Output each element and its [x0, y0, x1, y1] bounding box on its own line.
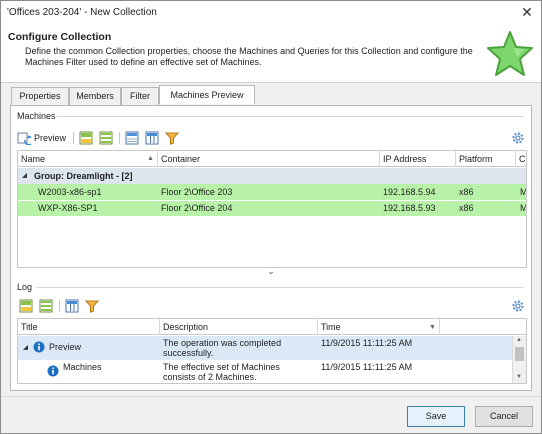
preview-icon: [17, 132, 31, 145]
title-bar: 'Offices 203-204' - New Collection ✕: [1, 1, 541, 25]
machine-name: WXP-X86-SP1: [38, 203, 98, 213]
group-by-box-icon: [125, 131, 139, 145]
column-header-title[interactable]: Title: [18, 319, 160, 335]
header-description: Define the common Collection properties,…: [25, 46, 473, 67]
preview-label: Preview: [34, 133, 67, 143]
window-title: 'Offices 203-204' - New Collection: [7, 7, 157, 18]
log-description: The operation was completed successfully…: [163, 338, 282, 358]
log-time: 11/9/2015 11:11:25 AM: [321, 362, 413, 372]
machines-grid-header: Name ▲ Container IP Address Platform C: [18, 151, 526, 167]
log-expand-button[interactable]: [19, 298, 33, 314]
machine-extra: M: [520, 187, 527, 197]
gear-icon: [512, 132, 524, 144]
expand-groups-button[interactable]: [79, 130, 93, 146]
sort-ascending-icon: ▲: [147, 155, 154, 162]
toolbar-separator: [119, 132, 120, 144]
scroll-thumb[interactable]: [515, 347, 524, 361]
table-row[interactable]: Machines The effective set of Machines c…: [18, 360, 512, 383]
filter-icon: [165, 132, 179, 145]
column-header-description[interactable]: Description: [160, 319, 318, 335]
column-chooser-icon: [65, 299, 79, 313]
log-toolbar: [17, 298, 527, 316]
log-title: Preview: [49, 342, 82, 352]
info-icon: [47, 365, 59, 377]
machine-container: Floor 2\Office 203: [161, 187, 233, 197]
column-chooser-icon: [145, 131, 159, 145]
collapse-groups-button[interactable]: [99, 130, 113, 146]
scroll-down-icon[interactable]: ▼: [516, 374, 522, 380]
cancel-button[interactable]: Cancel: [475, 406, 533, 427]
log-collapse-button[interactable]: [39, 298, 53, 314]
column-header-blank: [440, 319, 514, 335]
log-time: 11/9/2015 11:11:25 AM: [321, 338, 413, 348]
machines-group-title: Machines: [17, 111, 56, 121]
machine-container: Floor 2\Office 204: [161, 203, 233, 213]
save-button[interactable]: Save: [407, 406, 465, 427]
group-row-label: Group: Dreamlight - [2]: [34, 171, 133, 181]
column-header-platform[interactable]: Platform: [456, 151, 516, 167]
table-row[interactable]: W2003-x86-sp1 Floor 2\Office 203 192.168…: [18, 184, 526, 200]
collapse-group-icon[interactable]: ◢: [22, 171, 27, 179]
log-settings-button[interactable]: [511, 298, 525, 314]
log-group-divider: [37, 287, 523, 288]
filter-icon: [85, 300, 99, 313]
machines-grid: Name ▲ Container IP Address Platform C ◢…: [17, 150, 527, 268]
machines-toolbar: Preview: [17, 130, 527, 148]
machine-extra: M: [520, 203, 527, 213]
close-button[interactable]: ✕: [519, 4, 535, 20]
splitter-handle[interactable]: ⌄: [261, 266, 281, 278]
collapse-groups-icon: [99, 131, 113, 145]
machines-settings-button[interactable]: [511, 130, 525, 146]
group-row[interactable]: ◢ Group: Dreamlight - [2]: [18, 168, 526, 184]
machine-ip: 192.168.5.93: [383, 203, 436, 213]
log-column-chooser-button[interactable]: [65, 298, 79, 314]
scroll-up-icon[interactable]: ▲: [516, 337, 522, 343]
log-description: The effective set of Machines consists o…: [163, 362, 280, 382]
column-header-time[interactable]: Time: [318, 319, 440, 335]
collapse-row-icon[interactable]: ◢: [23, 343, 28, 351]
column-header-ip-address[interactable]: IP Address: [380, 151, 456, 167]
tab-filter[interactable]: Filter: [121, 87, 159, 105]
machines-preview-panel: Machines Preview Name ▲ Container IP Add…: [10, 105, 532, 391]
machines-group-divider: [57, 116, 523, 117]
column-header-name[interactable]: Name: [18, 151, 158, 167]
machine-platform: x86: [459, 203, 474, 213]
expand-groups-icon: [19, 299, 33, 313]
machine-name: W2003-x86-sp1: [38, 187, 102, 197]
preview-button[interactable]: Preview: [17, 130, 66, 146]
filter-button[interactable]: [165, 130, 179, 146]
tab-properties[interactable]: Properties: [11, 87, 69, 105]
machine-ip: 192.168.5.94: [383, 187, 436, 197]
table-row[interactable]: WXP-X86-SP1 Floor 2\Office 204 192.168.5…: [18, 200, 526, 216]
toolbar-separator: [73, 132, 74, 144]
dialog-header: Configure Collection Define the common C…: [1, 25, 541, 83]
log-grid-header: Title Description Time ▼: [18, 319, 526, 335]
log-grid: Title Description Time ▼ ◢ Preview The o…: [17, 318, 527, 384]
toolbar-separator: [59, 300, 60, 312]
gear-icon: [512, 300, 524, 312]
column-header-container[interactable]: Container: [158, 151, 380, 167]
dialog-button-bar: Save Cancel: [1, 396, 541, 433]
column-header-c[interactable]: C: [516, 151, 526, 167]
green-star-icon: [487, 31, 533, 76]
machine-platform: x86: [459, 187, 474, 197]
info-icon: [33, 341, 45, 353]
header-title: Configure Collection: [8, 31, 112, 43]
collapse-groups-icon: [39, 299, 53, 313]
log-filter-button[interactable]: [85, 298, 99, 314]
dialog-window: 'Offices 203-204' - New Collection ✕ Con…: [0, 0, 542, 434]
expand-groups-icon: [79, 131, 93, 145]
log-group-title: Log: [17, 282, 33, 292]
column-chooser-button[interactable]: [145, 130, 159, 146]
group-by-box-button[interactable]: [125, 130, 139, 146]
sort-descending-icon: ▼: [429, 324, 436, 331]
log-title: Machines: [63, 362, 102, 372]
log-scrollbar[interactable]: ▲ ▼: [512, 336, 526, 383]
table-row[interactable]: ◢ Preview The operation was completed su…: [18, 336, 512, 360]
tab-members[interactable]: Members: [69, 87, 121, 105]
tab-machines-preview[interactable]: Machines Preview: [159, 85, 255, 104]
